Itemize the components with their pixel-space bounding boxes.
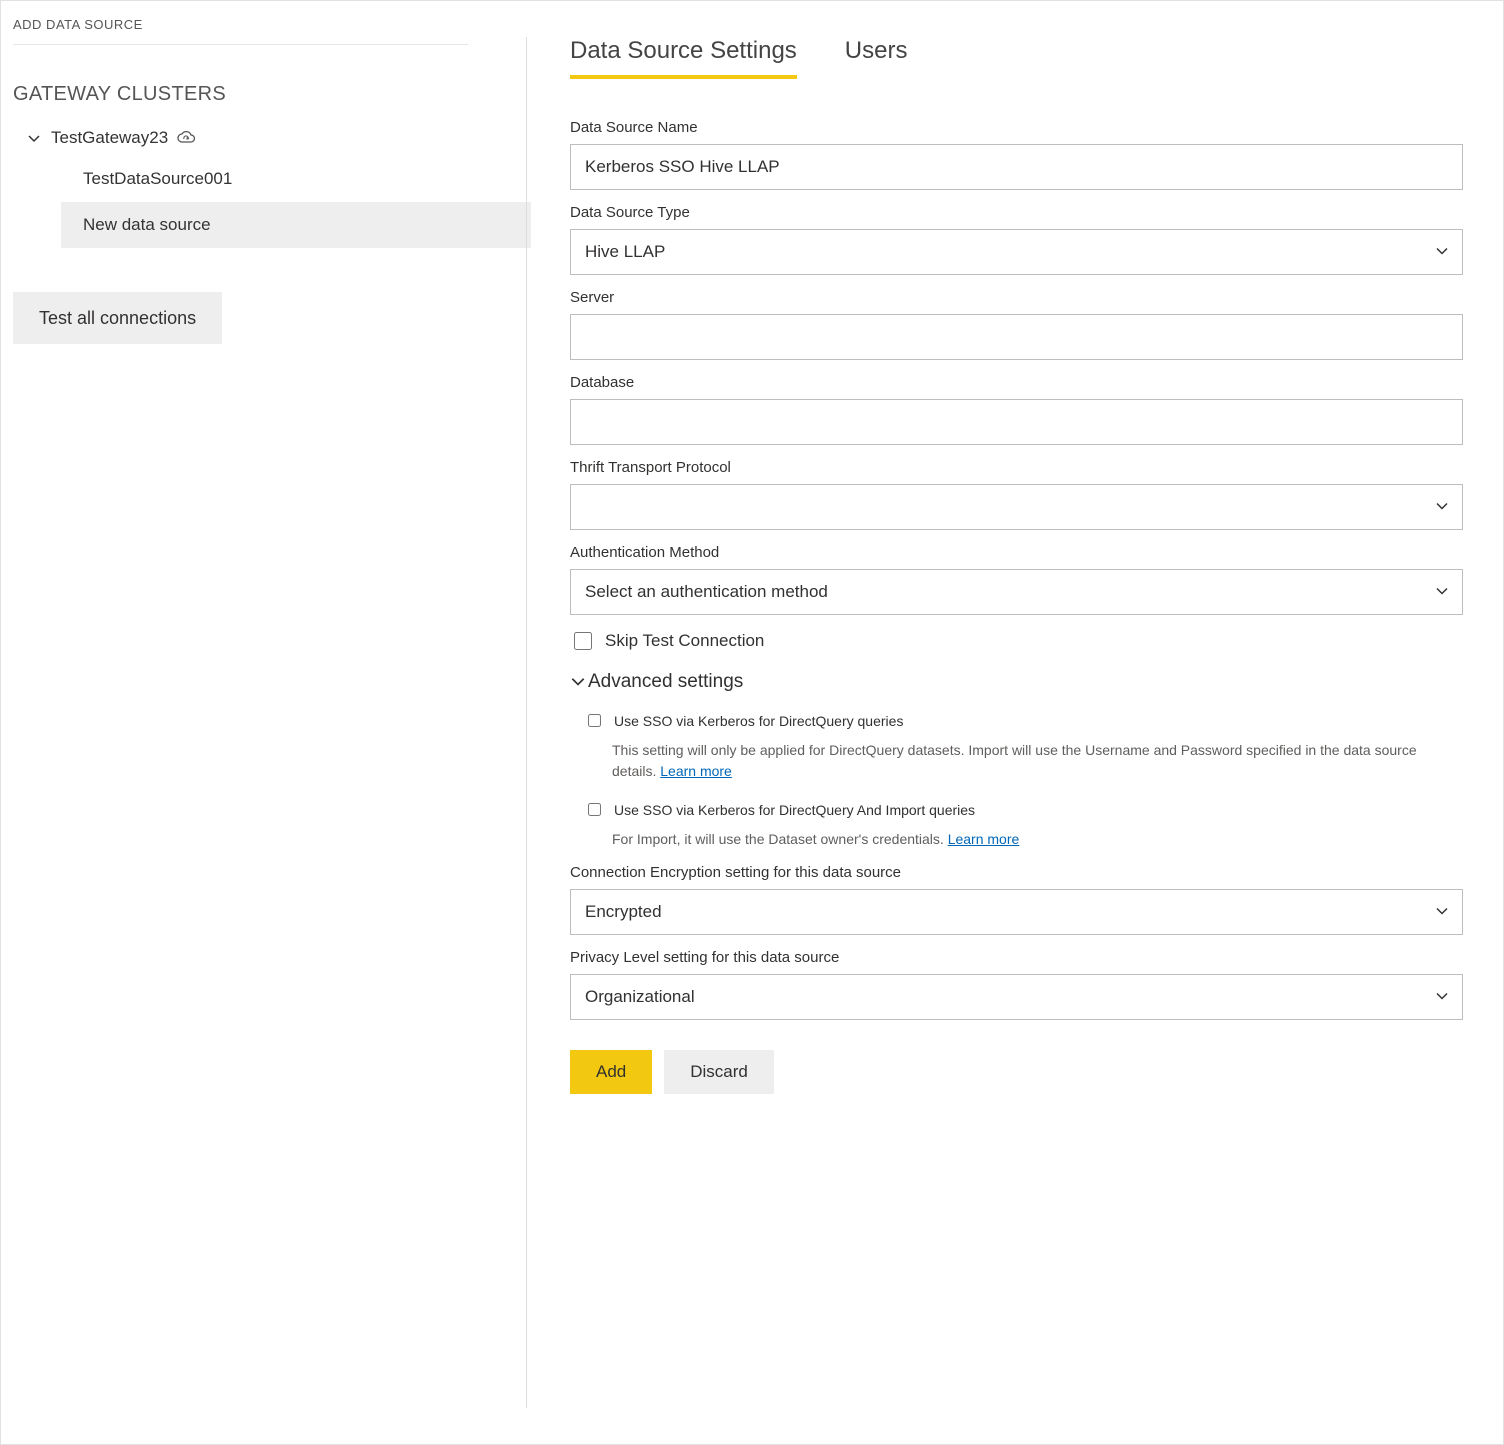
sso-kerberos-dq-checkbox[interactable] <box>588 714 601 727</box>
data-source-name-label: Data Source Name <box>570 119 1463 136</box>
discard-button[interactable]: Discard <box>664 1050 774 1094</box>
chevron-down-icon <box>570 673 586 692</box>
tab-users[interactable]: Users <box>845 37 908 79</box>
thrift-label: Thrift Transport Protocol <box>570 459 1463 476</box>
advanced-settings-label: Advanced settings <box>588 671 743 693</box>
database-input[interactable] <box>570 399 1463 445</box>
gateway-clusters-heading: GATEWAY CLUSTERS <box>13 83 514 106</box>
test-all-connections-button[interactable]: Test all connections <box>13 292 222 344</box>
datasource-label: New data source <box>83 215 211 235</box>
sso-kerberos-dq-import-desc: For Import, it will use the Dataset owne… <box>612 829 1463 850</box>
data-source-name-input[interactable] <box>570 144 1463 190</box>
skip-test-checkbox[interactable] <box>574 632 592 650</box>
thrift-select[interactable] <box>570 484 1463 530</box>
datasource-label: TestDataSource001 <box>83 169 232 189</box>
gateway-node[interactable]: TestGateway23 <box>13 120 514 156</box>
skip-test-label: Skip Test Connection <box>605 631 764 651</box>
auth-method-select[interactable] <box>570 569 1463 615</box>
encryption-select[interactable] <box>570 889 1463 935</box>
encryption-label: Connection Encryption setting for this d… <box>570 864 1463 881</box>
data-source-type-select[interactable] <box>570 229 1463 275</box>
sso-kerberos-dq-import-checkbox[interactable] <box>588 803 601 816</box>
datasource-item-new[interactable]: New data source <box>61 202 531 248</box>
privacy-label: Privacy Level setting for this data sour… <box>570 949 1463 966</box>
auth-method-label: Authentication Method <box>570 544 1463 561</box>
advanced-settings-toggle[interactable]: Advanced settings <box>570 671 1463 693</box>
chevron-down-icon <box>27 131 41 145</box>
gateway-name-label: TestGateway23 <box>51 128 168 148</box>
add-data-source-link[interactable]: ADD DATA SOURCE <box>13 13 468 45</box>
sso-kerberos-dq-import-label: Use SSO via Kerberos for DirectQuery And… <box>614 802 975 818</box>
vertical-divider <box>526 37 527 1408</box>
database-label: Database <box>570 374 1463 391</box>
learn-more-link[interactable]: Learn more <box>948 831 1020 847</box>
tab-data-source-settings[interactable]: Data Source Settings <box>570 37 797 79</box>
privacy-select[interactable] <box>570 974 1463 1020</box>
add-button[interactable]: Add <box>570 1050 652 1094</box>
learn-more-link[interactable]: Learn more <box>660 763 732 779</box>
cloud-sync-icon <box>176 130 196 146</box>
datasource-item-existing[interactable]: TestDataSource001 <box>13 156 514 202</box>
server-label: Server <box>570 289 1463 306</box>
data-source-type-label: Data Source Type <box>570 204 1463 221</box>
sso-kerberos-dq-desc: This setting will only be applied for Di… <box>612 740 1463 782</box>
server-input[interactable] <box>570 314 1463 360</box>
sso-kerberos-dq-label: Use SSO via Kerberos for DirectQuery que… <box>614 713 903 729</box>
